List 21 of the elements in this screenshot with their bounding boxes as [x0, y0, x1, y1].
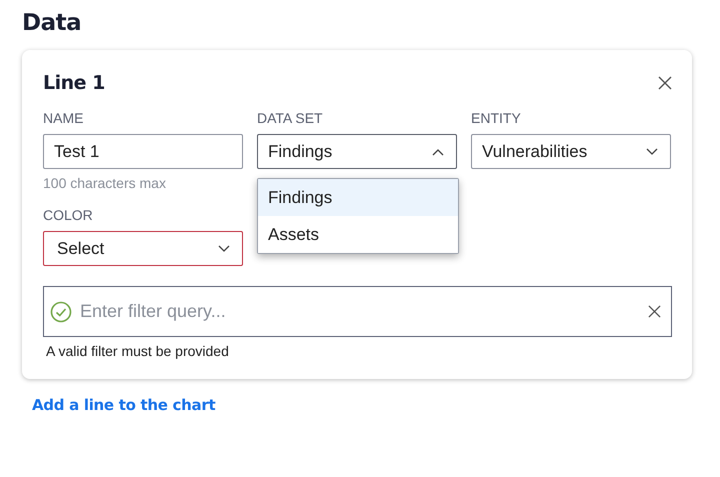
- chevron-down-icon: [218, 244, 230, 252]
- field-label: ENTITY: [471, 110, 522, 126]
- field-label: COLOR: [43, 207, 94, 223]
- close-icon[interactable]: [658, 76, 672, 90]
- color-select[interactable]: Select: [43, 231, 243, 266]
- field-hint: 100 characters max: [43, 175, 167, 191]
- dataset-select[interactable]: Findings: [257, 134, 457, 169]
- field-label: NAME: [43, 110, 84, 126]
- entity-select[interactable]: Vulnerabilities: [471, 134, 671, 169]
- filter-field[interactable]: Enter filter query...: [43, 286, 672, 337]
- section-heading: Data: [22, 10, 82, 36]
- validation-message: A valid filter must be provided: [46, 343, 230, 359]
- chevron-up-icon: [432, 148, 444, 156]
- dropdown-option[interactable]: Findings: [258, 179, 458, 216]
- name-input[interactable]: Test 1: [43, 134, 243, 169]
- add-line-link[interactable]: Add a line to the chart: [32, 396, 216, 414]
- field-label: DATA SET: [257, 110, 324, 126]
- chevron-down-icon: [646, 148, 658, 156]
- card-title: Line 1: [43, 72, 105, 94]
- dropdown-option[interactable]: Assets: [258, 216, 458, 253]
- clear-icon[interactable]: [648, 305, 661, 318]
